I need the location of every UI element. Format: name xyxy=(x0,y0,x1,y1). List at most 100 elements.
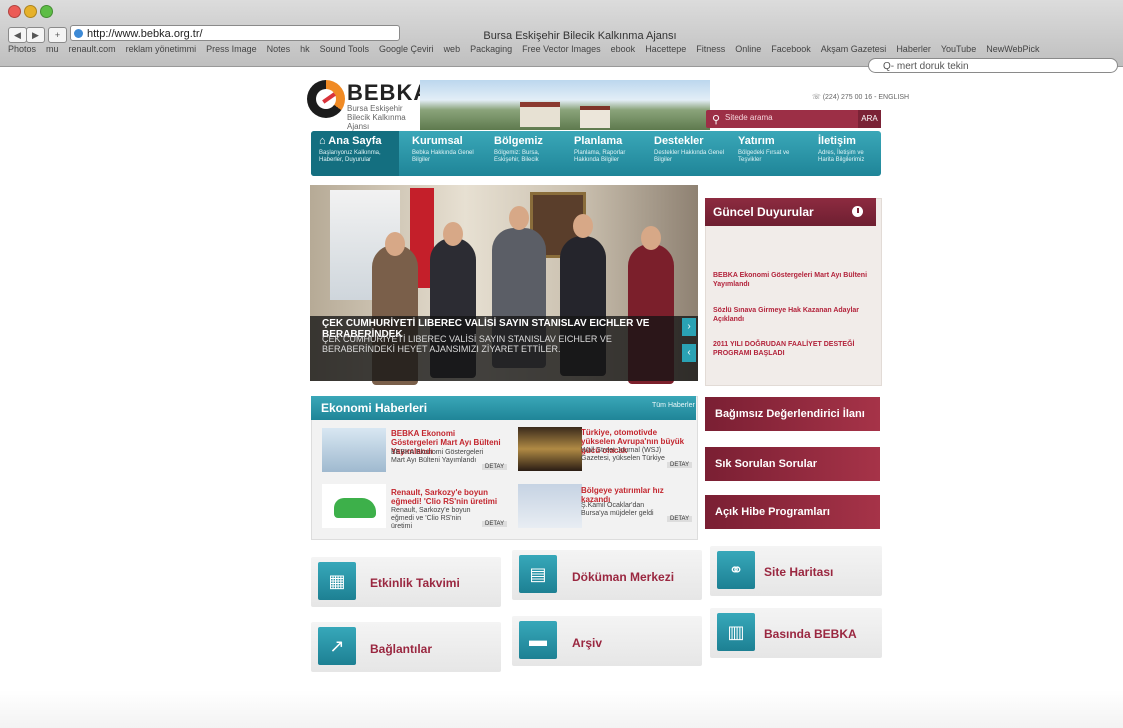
nav-subtitle: Bölgedeki Fırsat ve Teşvikler xyxy=(738,150,790,163)
back-button[interactable]: ◀ xyxy=(8,27,27,43)
clock-icon xyxy=(852,206,863,217)
bookmark-item[interactable]: NewWebPick xyxy=(986,44,1039,54)
nav-title: Bölgemiz xyxy=(494,135,543,147)
bookmark-item[interactable]: hk xyxy=(300,44,310,54)
bookmark-item[interactable]: Notes xyxy=(267,44,291,54)
open-grants-banner[interactable]: Açık Hibe Programları xyxy=(705,495,880,529)
news-more-button[interactable]: DETAY xyxy=(482,464,508,470)
bookmark-item[interactable]: renault.com xyxy=(69,44,116,54)
announcement-item[interactable]: BEBKA Ekonomi Göstergeleri Mart Ayı Bült… xyxy=(713,271,873,289)
external-link-icon: ↗ xyxy=(318,627,356,665)
header-contact-info[interactable]: ☏ (224) 275 00 16 - ENGLISH xyxy=(812,93,909,101)
slide-person-head xyxy=(641,226,661,250)
nav-subtitle: Planlama, Raporlar Hakkında Bilgiler xyxy=(574,150,626,163)
independent-evaluator-banner[interactable]: Bağımsız Değerlendirici İlanı xyxy=(705,397,880,431)
nav-item-planlama[interactable]: Planlama Planlama, Raporlar Hakkında Bil… xyxy=(574,131,646,176)
announcements-title: Güncel Duyurular xyxy=(705,198,876,226)
tile-label[interactable]: Döküman Merkezi xyxy=(572,570,674,584)
car-icon xyxy=(334,498,376,518)
bookmark-item[interactable]: Sound Tools xyxy=(320,44,369,54)
nav-subtitle: Başlarıyoruz Kalkınma, Haberler, Duyurul… xyxy=(319,150,381,163)
bookmark-item[interactable]: Google Çeviri xyxy=(379,44,434,54)
economy-news-title: Ekonomi Haberleri xyxy=(311,396,696,420)
newspaper-icon: ▥ xyxy=(717,613,755,651)
slide-text: ÇEK CUMHURİYETİ LIBEREC VALİSİ SAYIN STA… xyxy=(322,334,612,354)
news-title[interactable]: Renault, Sarkozy'e boyun eğmedi! 'Clio R… xyxy=(391,488,503,506)
bookmark-item[interactable]: Packaging xyxy=(470,44,512,54)
bookmark-item[interactable]: ebook xyxy=(611,44,636,54)
bookmark-item[interactable]: Hacettepe xyxy=(645,44,686,54)
announcement-item[interactable]: 2011 YILI DOĞRUDAN FAALİYET DESTEĞİ PROG… xyxy=(713,340,873,358)
nav-item-home[interactable]: ⌂ Ana Sayfa Başlarıyoruz Kalkınma, Haber… xyxy=(311,131,399,176)
document-icon: ▤ xyxy=(519,555,557,593)
folder-icon: ▬ xyxy=(519,621,557,659)
bookmark-item[interactable]: Facebook xyxy=(771,44,811,54)
nav-title: Kurumsal xyxy=(412,135,463,147)
nav-title: İletişim xyxy=(818,135,856,147)
page-reflection xyxy=(0,690,1123,728)
news-thumbnail[interactable] xyxy=(518,484,582,528)
news-thumbnail[interactable] xyxy=(518,427,582,471)
bookmark-item[interactable]: Online xyxy=(735,44,761,54)
site-search-button[interactable]: ARA xyxy=(858,110,881,128)
site-search-input[interactable]: Sitede arama xyxy=(725,113,773,122)
slider-prev-button[interactable]: ‹ xyxy=(682,344,696,362)
announcement-item[interactable]: Sözlü Sınava Girmeye Hak Kazanan Adaylar… xyxy=(713,306,873,324)
tile-label[interactable]: Bağlantılar xyxy=(370,642,432,656)
nav-item-destekler[interactable]: Destekler Destekler Hakkında Genel Bilgi… xyxy=(654,131,730,176)
window-minimize-button[interactable] xyxy=(24,5,37,18)
tile-label[interactable]: Site Haritası xyxy=(764,565,833,579)
window-close-button[interactable] xyxy=(8,5,21,18)
browser-search-field[interactable]: Q- mert doruk tekin xyxy=(868,58,1118,73)
news-more-button[interactable]: DETAY xyxy=(482,521,508,527)
window-zoom-button[interactable] xyxy=(40,5,53,18)
bookmarks-bar: Photos mu renault.com reklam yönetimmi Press… xyxy=(8,44,1118,58)
news-summary: Renault, Sarkozy'e boyun eğmedi ve 'Clio… xyxy=(391,507,471,530)
nav-item-iletisim[interactable]: İletişim Adres, İletişim ve Harita Bilgi… xyxy=(818,131,878,176)
address-bar[interactable]: http://www.bebka.org.tr/ xyxy=(70,25,400,41)
bookmark-item[interactable]: web xyxy=(444,44,461,54)
news-summary: Ş.Kamil Ocaklar'dan Bursa'ya müjdeler ge… xyxy=(581,502,654,517)
nav-title: Planlama xyxy=(574,135,623,147)
nav-title: ⌂ Ana Sayfa xyxy=(319,135,382,147)
tile-label[interactable]: Etkinlik Takvimi xyxy=(370,576,460,590)
nav-title: Yatırım xyxy=(738,135,775,147)
slider-next-button[interactable]: › xyxy=(682,318,696,336)
bookmark-item[interactable]: Akşam Gazetesi xyxy=(821,44,887,54)
news-more-button[interactable]: DETAY xyxy=(667,462,693,468)
bookmark-item[interactable]: Haberler xyxy=(896,44,931,54)
tile-label[interactable]: Arşiv xyxy=(572,636,602,650)
window-title: Bursa Eskişehir Bilecik Kalkınma Ajansı xyxy=(483,30,677,42)
add-bookmark-button[interactable]: + xyxy=(48,27,67,43)
header-photo xyxy=(420,80,710,130)
calendar-icon: ▦ xyxy=(318,562,356,600)
globe-icon xyxy=(74,29,83,38)
bookmark-item[interactable]: Free Vector Images xyxy=(522,44,601,54)
bookmark-item[interactable]: reklam yönetimmi xyxy=(126,44,197,54)
site-logo-subtitle: Bursa Eskişehir Bilecik Kalkınma Ajansı xyxy=(347,104,406,131)
bookmark-item[interactable]: mu xyxy=(46,44,59,54)
all-news-link[interactable]: Tüm Haberler xyxy=(652,402,695,409)
nav-title: Destekler xyxy=(654,135,704,147)
faq-banner[interactable]: Sık Sorulan Sorular xyxy=(705,447,880,481)
bookmark-item[interactable]: YouTube xyxy=(941,44,976,54)
bookmark-item[interactable]: Press Image xyxy=(206,44,257,54)
forward-button[interactable]: ▶ xyxy=(26,27,45,43)
search-icon: ⚲ xyxy=(712,114,721,126)
news-more-button[interactable]: DETAY xyxy=(667,516,693,522)
slide-person-head xyxy=(509,206,529,230)
site-logo-text[interactable]: BEBKA xyxy=(347,80,430,106)
bookmark-item[interactable]: Fitness xyxy=(696,44,725,54)
nav-item-yatirim[interactable]: Yatırım Bölgedeki Fırsat ve Teşvikler xyxy=(738,131,800,176)
nav-subtitle: Destekler Hakkında Genel Bilgiler xyxy=(654,150,725,163)
tile-label[interactable]: Basında BEBKA xyxy=(764,627,857,641)
nav-subtitle: Bebka Hakkında Genel Bilgiler xyxy=(412,150,474,163)
nav-item-bolgemiz[interactable]: Bölgemiz Bölgemiz: Bursa, Eskişehir, Bil… xyxy=(494,131,566,176)
news-summary: BEBKA Ekonomi Göstergeleri Mart Ayı Bült… xyxy=(391,449,484,464)
header-photo-building xyxy=(580,106,610,128)
header-photo-building xyxy=(520,102,560,127)
nav-item-kurumsal[interactable]: Kurumsal Bebka Hakkında Genel Bilgiler xyxy=(412,131,482,176)
news-thumbnail[interactable] xyxy=(322,428,386,472)
bookmark-item[interactable]: Photos xyxy=(8,44,36,54)
slide-person-head xyxy=(385,232,405,256)
